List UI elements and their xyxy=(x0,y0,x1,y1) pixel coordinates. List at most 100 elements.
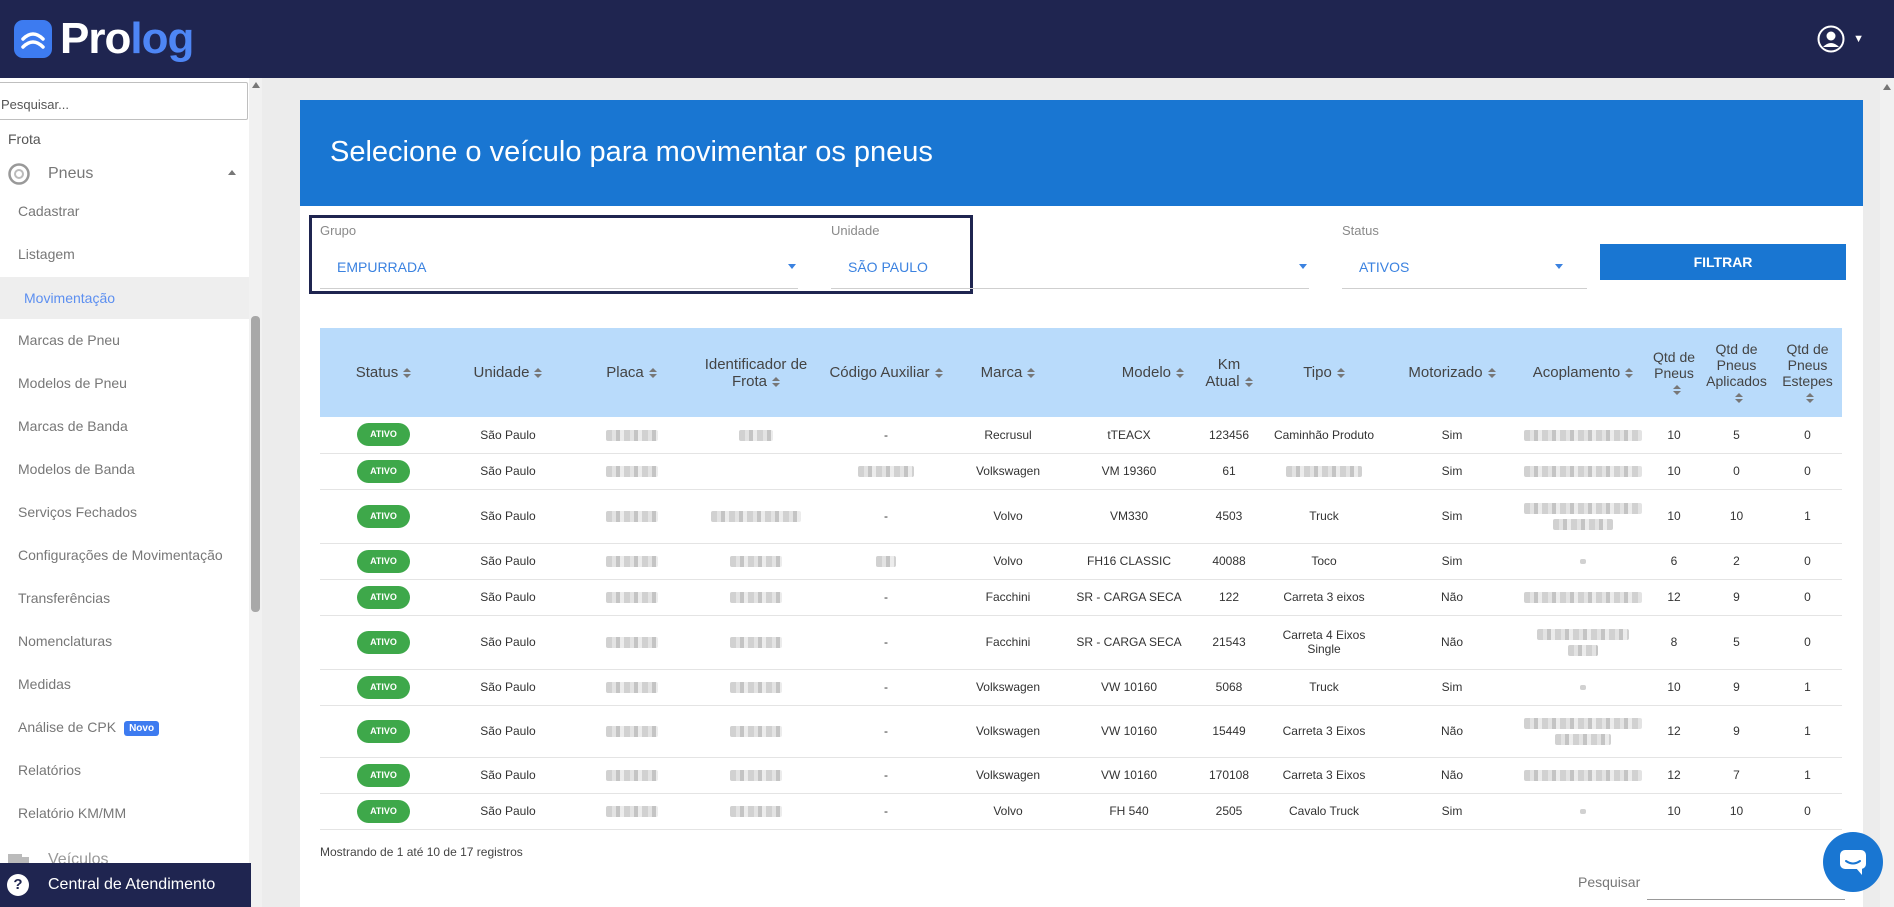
cell-qtd: 6 xyxy=(1648,543,1700,580)
table-row[interactable]: ATIVO São Paulo Volvo FH16 CLASSIC 40088… xyxy=(320,543,1842,580)
cell-codigo: - xyxy=(818,615,954,670)
cell-identificador xyxy=(694,705,818,758)
cell-km: 21543 xyxy=(1196,615,1262,670)
col-identificador-frota[interactable]: Identificador de Frota xyxy=(694,328,818,417)
cell-identificador xyxy=(694,489,818,544)
table-row[interactable]: ATIVO São Paulo - Facchini SR - CARGA SE… xyxy=(320,579,1842,616)
cell-identificador xyxy=(694,669,818,706)
main-scrollbar[interactable] xyxy=(1880,78,1894,907)
sidebar-item-marcas-de-banda[interactable]: Marcas de Banda xyxy=(18,418,128,434)
user-menu[interactable]: ▼ xyxy=(1817,25,1864,53)
table-row[interactable]: ATIVO São Paulo - Volkswagen VW 10160 15… xyxy=(320,705,1842,758)
status-badge: ATIVO xyxy=(357,459,410,483)
sidebar-item-marcas-de-pneu[interactable]: Marcas de Pneu xyxy=(18,332,120,348)
col-unidade[interactable]: Unidade xyxy=(447,328,569,417)
user-circle-icon xyxy=(1817,25,1845,53)
sort-icon xyxy=(1672,384,1681,395)
sidebar-item-label: Análise de CPK xyxy=(18,719,117,735)
sort-icon xyxy=(534,368,543,379)
cell-unidade: São Paulo xyxy=(447,669,569,706)
status-select[interactable]: ATIVOS xyxy=(1359,259,1409,275)
sidebar-search-input[interactable]: Pesquisar... xyxy=(0,82,248,120)
filter-button[interactable]: FILTRAR xyxy=(1600,244,1846,280)
sidebar-item-configuracoes-movimentacao[interactable]: Configurações de Movimentação xyxy=(18,547,223,563)
col-qtd-pneus[interactable]: Qtd de Pneus xyxy=(1648,328,1700,417)
sidebar-item-listagem[interactable]: Listagem xyxy=(18,246,75,262)
cell-aplicados: 5 xyxy=(1700,615,1773,670)
col-codigo-auxiliar[interactable]: Código Auxiliar xyxy=(818,328,954,417)
cell-motorizado: Não xyxy=(1386,615,1518,670)
cell-identificador xyxy=(694,543,818,580)
cell-identificador xyxy=(694,579,818,616)
table-row[interactable]: ATIVO São Paulo - Volvo VM330 4503 Truck… xyxy=(320,489,1842,544)
sidebar-item-servicos-fechados[interactable]: Serviços Fechados xyxy=(18,504,137,520)
cell-marca: Volvo xyxy=(954,793,1062,830)
cell-codigo: - xyxy=(818,705,954,758)
scroll-up-arrow-icon[interactable] xyxy=(252,82,260,88)
cell-modelo: FH16 CLASSIC xyxy=(1062,543,1196,580)
cell-km: 4503 xyxy=(1196,489,1262,544)
cell-estepes: 1 xyxy=(1773,757,1842,794)
cell-motorizado: Não xyxy=(1386,757,1518,794)
cell-aplicados: 10 xyxy=(1700,793,1773,830)
col-marca[interactable]: Marca xyxy=(954,328,1062,417)
scroll-up-arrow-icon[interactable] xyxy=(1883,84,1891,90)
cell-tipo: Truck xyxy=(1262,669,1386,706)
chevron-down-icon[interactable] xyxy=(1555,264,1563,269)
cell-acoplamento xyxy=(1518,453,1648,490)
table-row[interactable]: ATIVO São Paulo - Volvo FH 540 2505 Cava… xyxy=(320,793,1842,830)
cell-acoplamento xyxy=(1518,579,1648,616)
sidebar-item-relatorio-km-mm[interactable]: Relatório KM/MM xyxy=(18,805,126,821)
sidebar-item-medidas[interactable]: Medidas xyxy=(18,676,71,692)
sidebar-item-modelos-de-pneu[interactable]: Modelos de Pneu xyxy=(18,375,127,391)
chevron-down-icon[interactable] xyxy=(788,264,796,269)
unidade-select[interactable]: SÃO PAULO xyxy=(848,259,928,275)
support-center-button[interactable]: ? Central de Atendimento xyxy=(0,863,251,907)
sidebar-section-frota[interactable]: Frota xyxy=(8,131,41,147)
sidebar-item-cadastrar[interactable]: Cadastrar xyxy=(18,203,79,219)
table-row[interactable]: ATIVO São Paulo Volkswagen VM 19360 61 S… xyxy=(320,453,1842,490)
cell-aplicados: 10 xyxy=(1700,489,1773,544)
sidebar-item-relatorios[interactable]: Relatórios xyxy=(18,762,81,778)
col-status[interactable]: Status xyxy=(320,328,447,417)
col-qtd-aplicados[interactable]: Qtd de Pneus Aplicados xyxy=(1700,328,1773,417)
col-modelo[interactable]: Modelo xyxy=(1062,328,1196,417)
cell-placa xyxy=(569,615,694,670)
logo[interactable]: Prolog xyxy=(14,17,194,61)
table-row[interactable]: ATIVO São Paulo - Volkswagen VW 10160 50… xyxy=(320,669,1842,706)
col-tipo[interactable]: Tipo xyxy=(1262,328,1386,417)
grupo-select[interactable]: EMPURRADA xyxy=(337,259,426,275)
col-placa[interactable]: Placa xyxy=(569,328,694,417)
col-acoplamento[interactable]: Acoplamento xyxy=(1518,328,1648,417)
chevron-down-icon[interactable] xyxy=(1299,264,1307,269)
col-qtd-estepes[interactable]: Qtd de Pneus Estepes xyxy=(1773,328,1842,417)
cell-unidade: São Paulo xyxy=(447,705,569,758)
sidebar-item-modelos-de-banda[interactable]: Modelos de Banda xyxy=(18,461,135,477)
cell-unidade: São Paulo xyxy=(447,615,569,670)
chat-button[interactable] xyxy=(1823,832,1883,892)
grupo-label: Grupo xyxy=(320,223,357,238)
sidebar-item-nomenclaturas[interactable]: Nomenclaturas xyxy=(18,633,112,649)
table-row[interactable]: ATIVO São Paulo - Recrusul tTEACX 123456… xyxy=(320,417,1842,454)
sidebar-item-movimentacao[interactable]: Movimentação xyxy=(0,277,249,319)
cell-codigo: - xyxy=(818,579,954,616)
sidebar-item-analise-cpk[interactable]: Análise de CPK Novo xyxy=(18,719,160,736)
col-motorizado[interactable]: Motorizado xyxy=(1386,328,1518,417)
cell-qtd: 10 xyxy=(1648,669,1700,706)
cell-motorizado: Sim xyxy=(1386,793,1518,830)
sort-icon xyxy=(1244,376,1253,387)
table-search-input[interactable] xyxy=(1647,899,1845,900)
table-header-row: Status Unidade Placa Identificador de Fro… xyxy=(320,328,1842,417)
table-row[interactable]: ATIVO São Paulo - Facchini SR - CARGA SE… xyxy=(320,615,1842,670)
sidebar-item-transferencias[interactable]: Transferências xyxy=(18,590,110,606)
cell-qtd: 8 xyxy=(1648,615,1700,670)
table-row[interactable]: ATIVO São Paulo - Volkswagen VW 10160 17… xyxy=(320,757,1842,794)
col-km-atual[interactable]: Km Atual xyxy=(1196,328,1262,417)
grupo-underline xyxy=(320,288,798,289)
cell-km: 2505 xyxy=(1196,793,1262,830)
cell-tipo xyxy=(1262,453,1386,490)
sidebar-scrollbar[interactable] xyxy=(249,78,262,907)
sidebar-scroll-thumb[interactable] xyxy=(251,316,260,612)
sidebar-section-pneus[interactable]: Pneus xyxy=(8,163,240,185)
chat-icon xyxy=(1840,850,1866,875)
